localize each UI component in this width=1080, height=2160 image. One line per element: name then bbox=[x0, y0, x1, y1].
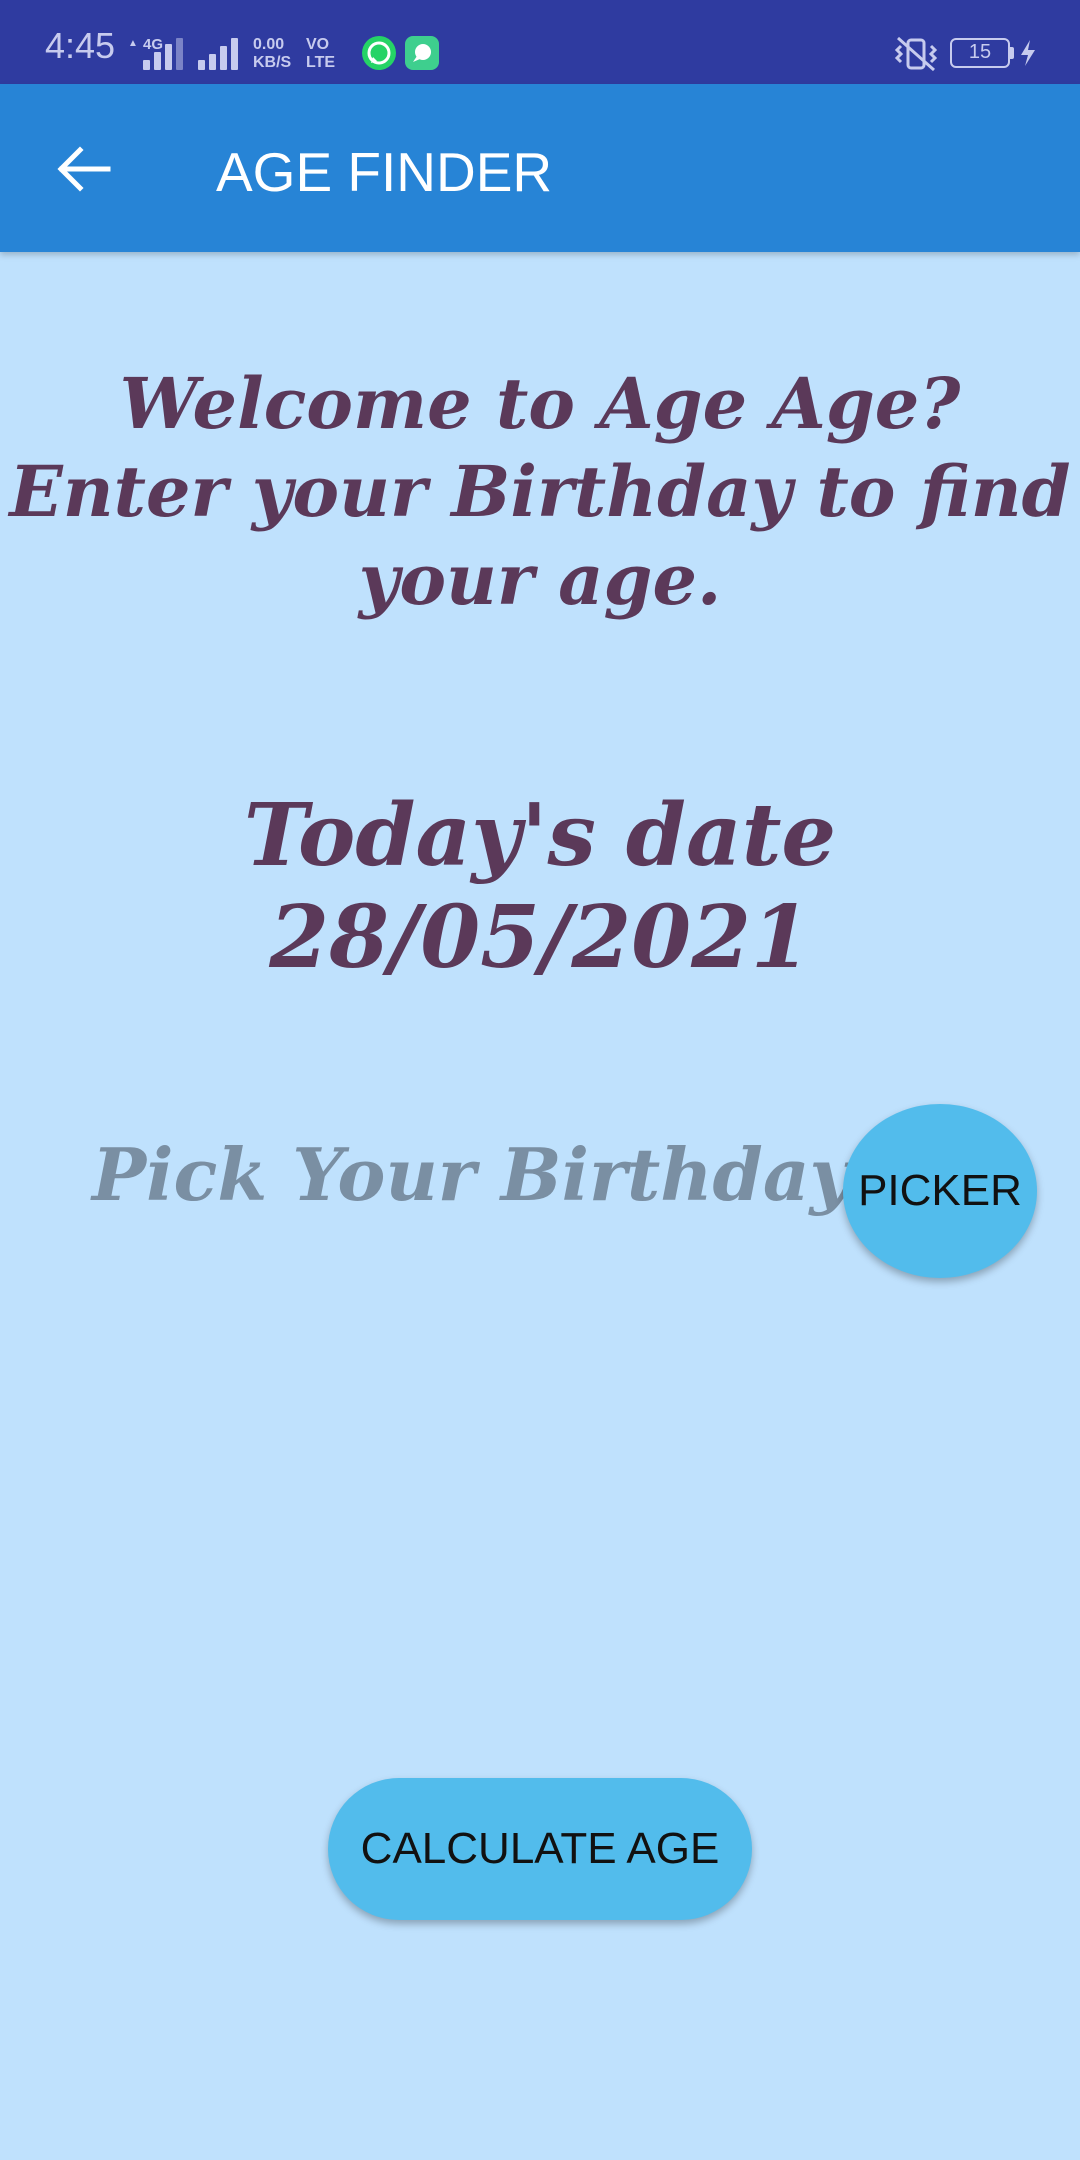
arrow-back-icon bbox=[57, 146, 111, 192]
whatsapp-icon bbox=[362, 36, 396, 70]
vibrate-icon bbox=[892, 34, 940, 74]
today-date: 28/05/2021 bbox=[269, 887, 811, 988]
battery-level: 15 bbox=[968, 41, 992, 63]
today-label: Today's date bbox=[243, 785, 837, 886]
birthday-field[interactable]: Pick Your Birthday bbox=[92, 1132, 851, 1218]
signal-icon bbox=[198, 36, 244, 70]
battery-tip bbox=[1010, 47, 1014, 59]
status-time: 4:45 bbox=[45, 25, 116, 66]
app-bar: AGE FINDER bbox=[0, 84, 1080, 252]
back-button[interactable] bbox=[40, 134, 126, 204]
calculate-age-button[interactable]: CALCULATE AGE bbox=[328, 1778, 752, 1920]
today-date-block: Today's date 28/05/2021 bbox=[0, 785, 1080, 989]
charging-icon bbox=[1018, 38, 1038, 68]
app-title: AGE FINDER bbox=[216, 141, 553, 203]
welcome-text: Welcome to Age Age? Enter your Birthday … bbox=[9, 362, 1071, 621]
battery-icon: 15 bbox=[950, 38, 1010, 68]
status-bar: 4:45 ▲ 4G 0.00 KB/S VO LTE 15 bbox=[0, 0, 1080, 84]
picker-button[interactable]: PICKER bbox=[843, 1104, 1037, 1278]
chat-app-icon bbox=[405, 36, 439, 70]
